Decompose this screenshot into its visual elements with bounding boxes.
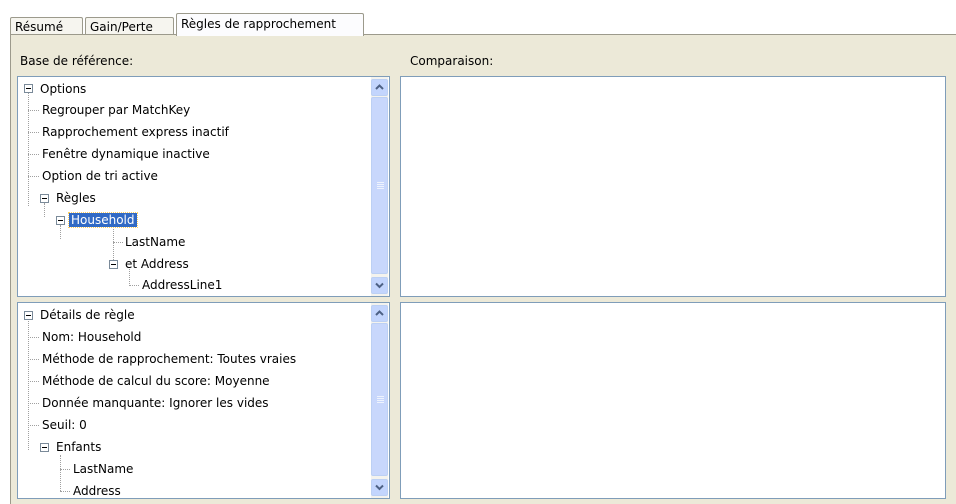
- details-scroll-thumb[interactable]: [371, 323, 388, 476]
- tree-node-regles[interactable]: Règles: [56, 188, 96, 208]
- chevron-up-icon: [375, 310, 384, 316]
- tree-node-seuil[interactable]: Seuil: 0: [42, 415, 87, 435]
- tree-node-donnee-manquante[interactable]: Donnée manquante: Ignorer les vides: [42, 393, 269, 413]
- scroll-thumb[interactable]: [371, 97, 388, 274]
- options-scrollbar[interactable]: [371, 77, 388, 296]
- tree-node-regrouper-matchkey[interactable]: Regrouper par MatchKey: [42, 100, 190, 120]
- tab-resume-label: Résumé: [15, 20, 64, 34]
- rule-details-tree-view[interactable]: Détails de règle Nom: Household Méthode …: [17, 302, 390, 499]
- tree-node-fenetre-dynamique[interactable]: Fenêtre dynamique inactive: [42, 144, 210, 164]
- tree-node-child-lastname[interactable]: LastName: [73, 459, 133, 479]
- scroll-down-button[interactable]: [371, 277, 388, 294]
- reference-column-header: Base de référence:: [20, 54, 134, 68]
- details-scrollbar[interactable]: [371, 303, 388, 498]
- tab-gain-perte[interactable]: Gain/Perte: [85, 17, 174, 35]
- chevron-up-icon: [375, 84, 384, 90]
- chevron-down-icon: [375, 484, 384, 491]
- comparison-column-header: Comparaison:: [410, 54, 494, 68]
- household-selected-label: Household: [68, 212, 138, 228]
- tab-resume[interactable]: Résumé: [10, 17, 83, 35]
- tree-node-enfants[interactable]: Enfants: [56, 437, 101, 457]
- tree-node-et-address[interactable]: et Address: [125, 254, 189, 274]
- tree-node-nom[interactable]: Nom: Household: [42, 327, 141, 347]
- enfants-collapse-icon[interactable]: [40, 443, 49, 452]
- tree-node-options[interactable]: Options: [40, 79, 86, 99]
- details-scroll-down-button[interactable]: [371, 479, 388, 496]
- tree-node-lastname[interactable]: LastName: [125, 232, 185, 252]
- tree-node-methode-rapprochement[interactable]: Méthode de rapprochement: Toutes vraies: [42, 349, 296, 369]
- tree-node-child-address[interactable]: Address: [73, 481, 121, 498]
- options-tree-view[interactable]: Options Regrouper par MatchKey Rapproche…: [17, 76, 390, 297]
- tree-node-details[interactable]: Détails de règle: [40, 305, 135, 325]
- tree-node-rapprochement-express[interactable]: Rapprochement express inactif: [42, 122, 229, 142]
- tree-node-addressline1[interactable]: AddressLine1: [142, 275, 222, 295]
- household-collapse-icon[interactable]: [56, 216, 65, 225]
- comparison-details-view[interactable]: [400, 302, 946, 499]
- et-address-collapse-icon[interactable]: [109, 260, 118, 269]
- options-collapse-icon[interactable]: [24, 84, 33, 93]
- comparison-options-view[interactable]: [400, 76, 946, 297]
- tab-regles-rapprochement[interactable]: Règles de rapprochement: [176, 13, 364, 36]
- tree-node-household[interactable]: Household: [68, 210, 138, 230]
- details-scroll-up-button[interactable]: [371, 305, 388, 322]
- tree-node-methode-score[interactable]: Méthode de calcul du score: Moyenne: [42, 371, 270, 391]
- tab-gain-perte-label: Gain/Perte: [90, 20, 153, 34]
- regles-collapse-icon[interactable]: [40, 194, 49, 203]
- chevron-down-icon: [375, 282, 384, 289]
- scroll-up-button[interactable]: [371, 79, 388, 96]
- tab-regles-label: Règles de rapprochement: [181, 17, 336, 31]
- tree-node-option-tri[interactable]: Option de tri active: [42, 166, 158, 186]
- details-collapse-icon[interactable]: [24, 311, 33, 320]
